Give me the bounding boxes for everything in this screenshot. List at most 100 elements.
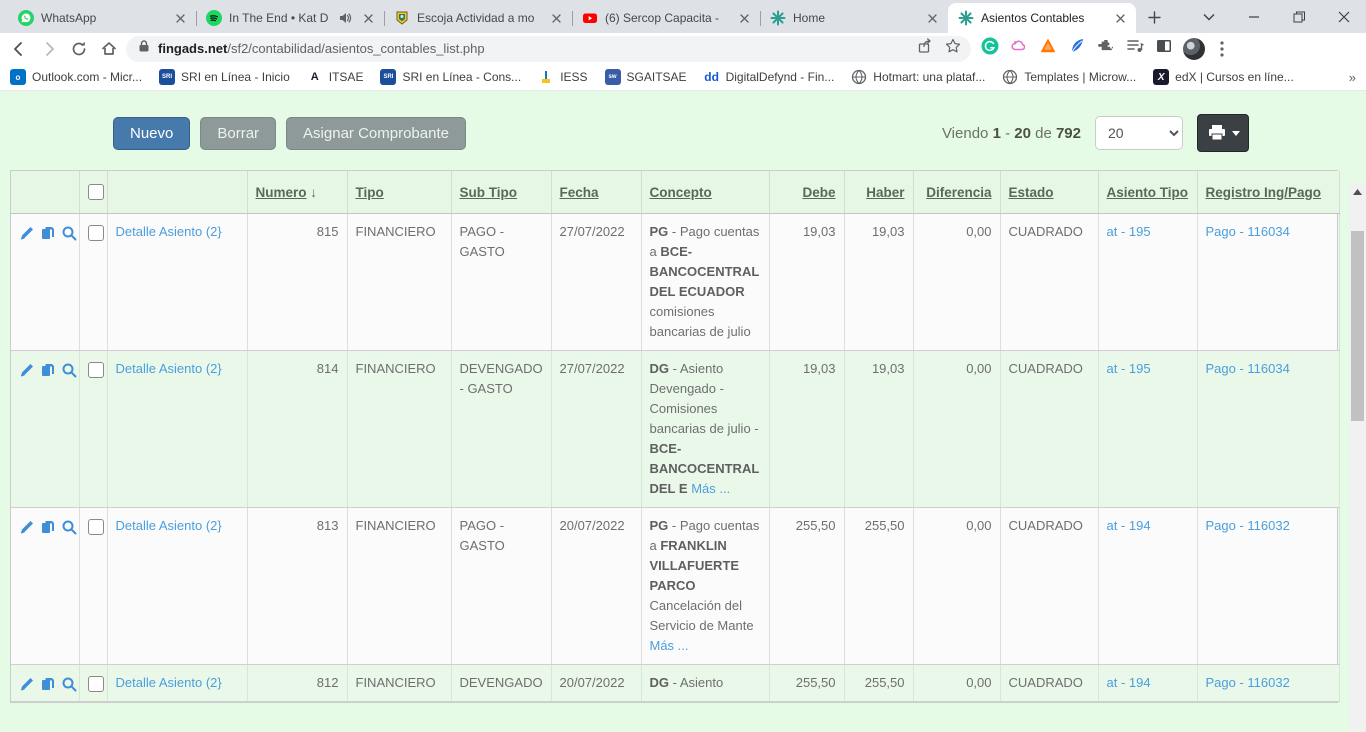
profile-avatar[interactable] (1183, 38, 1205, 60)
bookmark-outlook-com-micr[interactable]: oOutlook.com - Micr... (10, 69, 142, 85)
page-size-select[interactable]: 20 (1095, 116, 1183, 150)
borrar-button[interactable]: Borrar (200, 117, 276, 150)
select-all-checkbox[interactable] (88, 184, 104, 200)
feather-extension-icon[interactable] (1068, 37, 1086, 60)
close-icon[interactable] (1321, 0, 1366, 33)
menu-kebab-icon[interactable] (1209, 36, 1235, 62)
address-bar[interactable]: fingads.net/sf2/contabilidad/asientos_co… (126, 36, 971, 62)
mas-link[interactable]: Más ... (691, 481, 730, 496)
registro-link[interactable]: Pago - 116034 (1206, 361, 1290, 376)
grammarly-extension-icon[interactable] (981, 37, 999, 60)
tab-asientos-contables[interactable]: Asientos Contables (948, 3, 1136, 33)
scrollbar-thumb[interactable] (1351, 231, 1364, 421)
print-button[interactable] (1197, 114, 1249, 152)
search-icon[interactable] (61, 676, 77, 692)
registro-link[interactable]: Pago - 116032 (1206, 675, 1290, 690)
bookmark-itsae[interactable]: AITSAE (307, 69, 364, 85)
detalle-asiento-link[interactable]: Detalle Asiento (2} (116, 675, 222, 690)
tab-close-icon[interactable] (172, 10, 188, 26)
tab-close-icon[interactable] (924, 10, 940, 26)
registro-link[interactable]: Pago - 116032 (1206, 518, 1290, 533)
tab-close-icon[interactable] (736, 10, 752, 26)
sort-numero[interactable]: Numero (256, 185, 307, 200)
share-icon[interactable] (917, 38, 933, 59)
bookmarks-overflow-icon[interactable]: » (1349, 70, 1356, 85)
row-checkbox[interactable] (88, 519, 104, 535)
sort-tipo[interactable]: Tipo (356, 185, 384, 200)
asiento-tipo-link[interactable]: at - 195 (1107, 224, 1151, 239)
asiento-tipo-link[interactable]: at - 195 (1107, 361, 1151, 376)
tab-home[interactable]: Home (760, 3, 948, 33)
bookmark-iess[interactable]: IESS (538, 69, 587, 85)
row-checkbox[interactable] (88, 225, 104, 241)
scroll-up-icon[interactable] (1349, 183, 1366, 200)
home-icon[interactable] (96, 36, 122, 62)
mas-link[interactable]: Más ... (650, 638, 689, 653)
lock-icon[interactable] (138, 39, 150, 58)
tab-whatsapp[interactable]: WhatsApp (8, 3, 196, 33)
asiento-tipo-link[interactable]: at - 194 (1107, 518, 1151, 533)
tab-escoja-actividad-a-mo[interactable]: Escoja Actividad a mo (384, 3, 572, 33)
back-icon[interactable] (6, 36, 32, 62)
pencil-icon[interactable] (19, 519, 35, 535)
pencil-icon[interactable] (19, 676, 35, 692)
search-icon[interactable] (61, 362, 77, 378)
copy-icon[interactable] (40, 362, 56, 378)
puzzle-extension-icon[interactable] (1097, 37, 1115, 60)
tab-close-icon[interactable] (548, 10, 564, 26)
bookmark-digitaldefynd-fin[interactable]: ddDigitalDefynd - Fin... (704, 69, 835, 85)
detalle-asiento-link[interactable]: Detalle Asiento (2} (116, 224, 222, 239)
search-icon[interactable] (61, 225, 77, 241)
sort-fecha[interactable]: Fecha (560, 185, 599, 200)
asignar-comprobante-button[interactable]: Asignar Comprobante (286, 117, 466, 150)
bookmark-hotmart-una-plataf[interactable]: Hotmart: una plataf... (851, 69, 985, 85)
tab-close-icon[interactable] (360, 10, 376, 26)
pencil-icon[interactable] (19, 362, 35, 378)
cell-debe: 255,50 (769, 508, 844, 665)
url-text[interactable]: fingads.net/sf2/contabilidad/asientos_co… (158, 41, 909, 56)
tab-in-the-end-kat-d[interactable]: In The End • Kat D (196, 3, 384, 33)
chevron-down-icon[interactable] (1186, 0, 1231, 33)
row-checkbox[interactable] (88, 676, 104, 692)
asiento-tipo-link[interactable]: at - 194 (1107, 675, 1151, 690)
avast-extension-icon[interactable] (1039, 37, 1057, 60)
copy-icon[interactable] (40, 519, 56, 535)
bookmark-templates-microw[interactable]: Templates | Microw... (1002, 69, 1136, 85)
cloud-extension-icon[interactable] (1010, 37, 1028, 60)
row-checkbox[interactable] (88, 362, 104, 378)
restore-icon[interactable] (1276, 0, 1321, 33)
new-tab-button[interactable] (1140, 3, 1168, 31)
search-icon[interactable] (61, 519, 77, 535)
pencil-icon[interactable] (19, 225, 35, 241)
copy-icon[interactable] (40, 676, 56, 692)
detalle-asiento-link[interactable]: Detalle Asiento (2} (116, 361, 222, 376)
copy-icon[interactable] (40, 225, 56, 241)
forward-icon[interactable] (36, 36, 62, 62)
tab-close-icon[interactable] (1112, 10, 1128, 26)
sort-debe[interactable]: Debe (802, 185, 835, 200)
sort-registro[interactable]: Registro Ing/Pago (1206, 185, 1322, 200)
bookmark-sri-en-l-nea-inicio[interactable]: SRISRI en Línea - Inicio (159, 69, 290, 85)
sort-diferencia[interactable]: Diferencia (926, 185, 991, 200)
cell-numero: 813 (247, 508, 347, 665)
sort-subtipo[interactable]: Sub Tipo (460, 185, 518, 200)
paging-info: Viendo 1 - 20 de 792 20 (942, 114, 1249, 152)
panel-extension-icon[interactable] (1155, 37, 1173, 60)
reload-icon[interactable] (66, 36, 92, 62)
sort-concepto[interactable]: Concepto (650, 185, 712, 200)
sort-asiento[interactable]: Asiento Tipo (1107, 185, 1189, 200)
sort-estado[interactable]: Estado (1009, 185, 1054, 200)
registro-link[interactable]: Pago - 116034 (1206, 224, 1290, 239)
bookmark-edx-cursos-en-l-ne[interactable]: XedX | Cursos en líne... (1153, 69, 1294, 85)
detalle-asiento-link[interactable]: Detalle Asiento (2} (116, 518, 222, 533)
minimize-icon[interactable] (1231, 0, 1276, 33)
tab-6-sercop-capacita[interactable]: (6) Sercop Capacita - (572, 3, 760, 33)
medialist-extension-icon[interactable] (1126, 37, 1144, 60)
bookmark-sri-en-l-nea-cons[interactable]: SRISRI en Línea - Cons... (380, 69, 521, 85)
nuevo-button[interactable]: Nuevo (113, 117, 190, 150)
sort-haber[interactable]: Haber (866, 185, 904, 200)
cell-tipo: FINANCIERO (347, 214, 451, 351)
page-scrollbar[interactable] (1349, 183, 1366, 732)
bookmark-star-icon[interactable] (945, 38, 961, 59)
bookmark-sgaitsae[interactable]: swSGAITSAE (605, 69, 687, 85)
